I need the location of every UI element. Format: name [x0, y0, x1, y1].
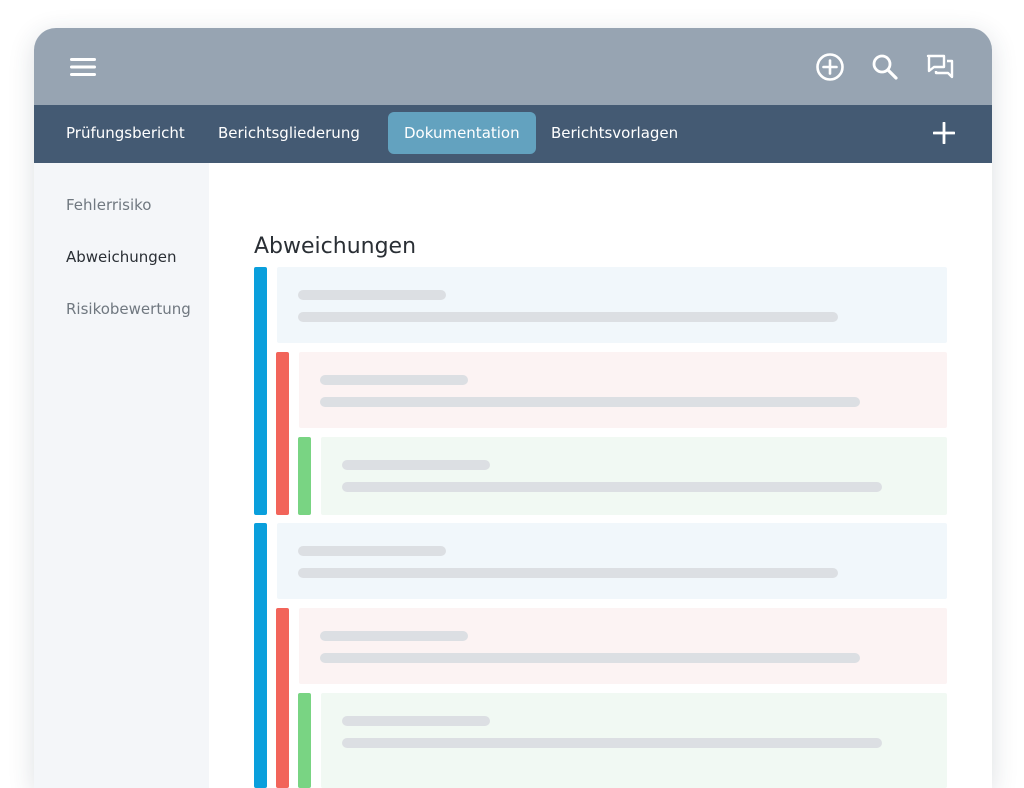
deviation-card[interactable] — [299, 608, 947, 684]
sidebar-item-risikobewertung[interactable]: Risikobewertung — [66, 300, 191, 318]
add-circle-icon — [816, 53, 844, 81]
app-window: Prüfungsbericht Berichtsgliederung Dokum… — [34, 28, 992, 788]
chat-icon — [926, 54, 954, 79]
tab-bar: Prüfungsbericht Berichtsgliederung Dokum… — [34, 105, 992, 163]
placeholder-line — [342, 716, 490, 726]
placeholder-line — [342, 460, 490, 470]
level-1-indicator — [254, 267, 267, 515]
search-button[interactable] — [865, 47, 905, 87]
add-tab-button[interactable] — [927, 116, 961, 150]
tab-pruefungsbericht[interactable]: Prüfungsbericht — [50, 112, 201, 154]
placeholder-line — [298, 290, 446, 300]
tab-berichtsgliederung[interactable]: Berichtsgliederung — [202, 112, 376, 154]
search-icon — [872, 54, 898, 80]
chat-button[interactable] — [920, 47, 960, 87]
level-3-indicator — [298, 437, 311, 515]
top-toolbar — [34, 28, 992, 105]
deviation-card[interactable] — [277, 267, 947, 343]
level-3-indicator — [298, 693, 311, 788]
menu-button[interactable] — [63, 47, 103, 87]
plus-icon — [933, 122, 955, 144]
page-title: Abweichungen — [254, 234, 417, 259]
placeholder-line — [298, 568, 838, 578]
tab-dokumentation[interactable]: Dokumentation — [388, 112, 536, 154]
deviation-card[interactable] — [321, 437, 947, 515]
sidebar-item-abweichungen[interactable]: Abweichungen — [66, 248, 176, 266]
placeholder-line — [320, 631, 468, 641]
sidebar-item-fehlerrisiko[interactable]: Fehlerrisiko — [66, 196, 152, 214]
main-content: Abweichungen — [209, 163, 992, 788]
placeholder-line — [298, 546, 446, 556]
placeholder-line — [320, 653, 860, 663]
level-2-indicator — [276, 608, 289, 788]
level-2-indicator — [276, 352, 289, 515]
level-1-indicator — [254, 523, 267, 788]
placeholder-line — [342, 738, 882, 748]
menu-icon — [70, 58, 96, 76]
sidebar: Fehlerrisiko Abweichungen Risikobewertun… — [34, 163, 209, 788]
tab-berichtsvorlagen[interactable]: Berichtsvorlagen — [535, 112, 694, 154]
placeholder-line — [320, 397, 860, 407]
deviation-card[interactable] — [277, 523, 947, 599]
placeholder-line — [342, 482, 882, 492]
deviation-card[interactable] — [321, 693, 947, 788]
add-button[interactable] — [810, 47, 850, 87]
deviation-card[interactable] — [299, 352, 947, 428]
placeholder-line — [320, 375, 468, 385]
placeholder-line — [298, 312, 838, 322]
